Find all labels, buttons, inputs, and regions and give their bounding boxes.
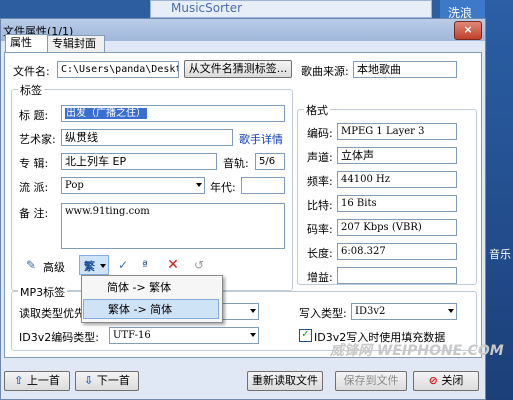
track-field[interactable]: 5/6: [255, 153, 285, 170]
properties-panel: 文件名: C:\Users\panda\Desktop 从文件名猜测标签... …: [4, 52, 482, 358]
encoding-field: MPEG 1 Layer 3: [337, 123, 457, 140]
chevron-down-icon: [250, 309, 256, 313]
genre-value: Pop: [65, 180, 84, 191]
comment-label: 备 注:: [19, 207, 49, 220]
bits-field: 16 Bits: [337, 195, 457, 212]
traditional-char-icon: 繁: [84, 260, 95, 273]
watermark-logo: 威锋网 WEIPHONE.COM: [330, 343, 504, 359]
encoding-label: 编码:: [307, 127, 333, 140]
tab-properties[interactable]: 属性: [5, 34, 51, 53]
bitrate-label: 码率:: [307, 223, 333, 236]
tag-group-title: 标签: [18, 82, 44, 98]
previous-label: 上一首: [26, 374, 60, 387]
delete-icon[interactable]: ✕: [165, 257, 181, 273]
title-field[interactable]: 出发（广播之住）: [61, 105, 285, 122]
write-type-label: 写入类型:: [299, 307, 347, 320]
menu-item-traditional-to-simplified[interactable]: 繁体 -> 简体: [83, 299, 219, 319]
filename-label: 文件名:: [13, 65, 50, 78]
channel-field: 立体声: [337, 147, 457, 164]
chevron-down-icon: [448, 309, 454, 313]
album-field[interactable]: 北上列车 EP: [61, 153, 217, 170]
song-source-field[interactable]: 本地歌曲: [353, 61, 457, 78]
save-to-file-button[interactable]: 保存到文件: [335, 371, 407, 391]
advanced-button[interactable]: 高级: [43, 259, 65, 275]
chevron-down-icon: [196, 183, 202, 187]
chevron-down-icon: [100, 264, 106, 268]
track-label: 音轨:: [223, 157, 249, 170]
write-type-value: ID3v2: [355, 306, 386, 317]
artist-field[interactable]: 纵贯线: [61, 129, 233, 146]
album-label: 专 辑:: [19, 157, 49, 170]
convert-dropdown-button[interactable]: 繁: [79, 255, 109, 275]
mp3-group-title: MP3标签: [18, 284, 68, 300]
previous-button[interactable]: ⇧ 上一首: [4, 371, 70, 391]
artist-label: 艺术家:: [19, 133, 56, 146]
undo-icon[interactable]: ↺: [191, 257, 207, 273]
write-type-combo[interactable]: ID3v2: [351, 303, 457, 320]
comment-field[interactable]: www.91ting.com: [61, 203, 285, 249]
year-field[interactable]: [241, 177, 285, 194]
background-app-title: MusicSorter: [171, 1, 243, 15]
reload-file-button[interactable]: 重新读取文件: [247, 371, 323, 391]
title-label: 标 题:: [19, 109, 49, 122]
song-source-label: 歌曲来源:: [301, 65, 349, 78]
frequency-field: 44100 Hz: [337, 171, 457, 188]
id3-encoding-label: ID3v2编码类型:: [19, 331, 99, 344]
close-icon[interactable]: ×: [454, 21, 482, 40]
no-entry-icon: ⊘: [428, 374, 438, 387]
format-group-title: 格式: [304, 102, 330, 118]
frequency-label: 频率:: [307, 175, 333, 188]
background-sidebar-label: 音乐: [489, 248, 511, 261]
channel-label: 声道:: [307, 151, 333, 164]
arrow-up-icon: ⇧: [14, 374, 24, 387]
menu-item-simplified-to-traditional[interactable]: 简体 -> 繁体: [83, 278, 219, 298]
read-priority-label: 读取类型优先:: [19, 307, 89, 320]
close-button[interactable]: ⊘ 关闭: [413, 371, 479, 391]
next-button[interactable]: ⇩ 下一首: [75, 371, 139, 391]
pad-data-checkbox[interactable]: ✓: [299, 329, 312, 342]
spell-check-icon[interactable]: ✓: [115, 257, 131, 273]
length-field: 6:08.327: [337, 243, 457, 260]
chevron-down-icon: [250, 333, 256, 337]
text-case-icon[interactable]: ª: [137, 257, 153, 273]
id3-encoding-combo[interactable]: UTF-16: [109, 327, 259, 344]
year-label: 年代:: [210, 181, 236, 194]
guess-from-filename-button[interactable]: 从文件名猜测标签...: [184, 60, 292, 78]
tab-album-cover[interactable]: 专辑封面: [47, 35, 105, 52]
edit-icon[interactable]: ✎: [23, 257, 39, 273]
gain-field: [337, 267, 457, 284]
next-label: 下一首: [96, 374, 130, 387]
id3-encoding-value: UTF-16: [113, 330, 151, 341]
length-label: 长度:: [307, 247, 333, 260]
bits-label: 比特:: [307, 199, 333, 212]
title-selected-text: 出发（广播之住）: [65, 108, 147, 119]
close-label: 关闭: [441, 374, 464, 387]
gain-label: 增益:: [307, 271, 333, 284]
bitrate-field: 207 Kbps (VBR): [337, 219, 457, 236]
genre-label: 流 派:: [19, 181, 49, 194]
artist-details-link[interactable]: 歌手详情: [239, 131, 283, 147]
genre-combo[interactable]: Pop: [61, 177, 205, 194]
arrow-down-icon: ⇩: [84, 374, 94, 387]
filename-field[interactable]: C:\Users\panda\Desktop: [57, 61, 179, 78]
background-app-bar: MusicSorter: [150, 0, 432, 18]
convert-menu: 简体 -> 繁体 繁体 -> 简体: [81, 275, 223, 323]
